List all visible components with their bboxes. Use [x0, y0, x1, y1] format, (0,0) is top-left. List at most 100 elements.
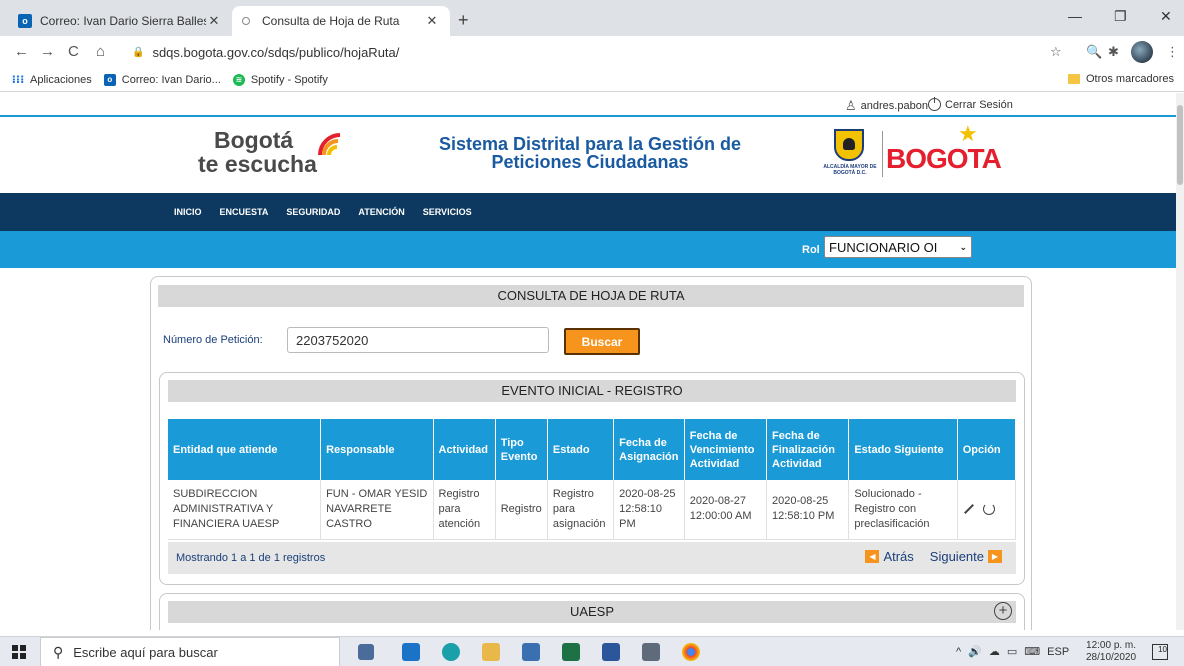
windows-start-icon[interactable] [12, 645, 26, 659]
task-view-icon[interactable] [358, 644, 374, 660]
bookmark-spotify[interactable]: ≋ Spotify - Spotify [232, 73, 328, 86]
clock[interactable]: 12:00 p. m. 28/10/2020 [1086, 640, 1136, 664]
address-bar: ← → C ⌂ 🔒 sdqs.bogota.gov.co/sdqs/public… [0, 36, 1184, 68]
minimize-icon[interactable]: — [1068, 8, 1082, 24]
col-tipo-evento[interactable]: Tipo Evento [495, 419, 548, 480]
star-icon[interactable]: ☆ [1050, 44, 1062, 60]
buscar-button[interactable]: Buscar [564, 328, 640, 355]
reload-icon[interactable]: C [68, 43, 79, 60]
system-title: Sistema Distrital para la Gestión de Pet… [420, 135, 760, 171]
user-bar: ♙ andres.pabon Cerrar Sesión [0, 93, 1176, 117]
calculator-icon[interactable] [642, 643, 660, 661]
logout-link[interactable]: Cerrar Sesión [928, 97, 1013, 111]
bookmark-correo[interactable]: o Correo: Ivan Dario... [103, 73, 221, 86]
arrow-left-icon[interactable]: ◀ [865, 550, 880, 563]
onedrive-icon[interactable]: ☁ [989, 645, 1000, 658]
chrome-icon[interactable] [682, 643, 700, 661]
role-value: FUNCIONARIO OI [829, 239, 938, 255]
back-icon[interactable]: ← [14, 43, 29, 60]
peticion-input[interactable] [287, 327, 549, 353]
col-fecha-finalizacion[interactable]: Fecha de Finalización Actividad [766, 419, 850, 480]
system-tray: ^ 🔊 ☁ ▭ ⌨ ESP [956, 645, 1069, 659]
col-fecha-vencimiento[interactable]: Fecha de Vencimiento Actividad [684, 419, 768, 480]
mail-icon[interactable] [402, 643, 420, 661]
outlook-icon: o [18, 14, 32, 28]
evento-title: EVENTO INICIAL - REGISTRO [168, 380, 1016, 402]
nav-inicio[interactable]: INICIO [174, 207, 202, 217]
pagination: ◀ Atrás Siguiente ▶ [861, 549, 1006, 564]
keyboard-icon[interactable]: ⌨ [1024, 645, 1040, 658]
restore-icon[interactable]: ❐ [1114, 8, 1127, 25]
col-estado[interactable]: Estado [547, 419, 615, 480]
expand-plus-icon[interactable]: + [994, 602, 1012, 620]
forward-icon[interactable]: → [40, 43, 55, 60]
close-window-icon[interactable]: ✕ [1160, 8, 1172, 25]
url-text: sdqs.bogota.gov.co/sdqs/publico/hojaRuta… [152, 44, 400, 60]
close-icon[interactable]: ✕ [206, 13, 222, 29]
alcaldia-logo: ALCALDÍA MAYOR DE BOGOTÁ D.C. BOGOTA ★ [818, 121, 1018, 185]
tab-correo[interactable]: o Correo: Ivan Dario Sierra Balleste ✕ [8, 6, 232, 36]
title-line-2: Peticiones Ciudadanas [491, 152, 689, 172]
cell-opcion [957, 480, 1017, 540]
scroll-thumb[interactable] [1177, 105, 1183, 185]
col-entidad[interactable]: Entidad que atiende [168, 419, 322, 480]
col-responsable[interactable]: Responsable [320, 419, 434, 480]
excel-icon[interactable] [562, 643, 580, 661]
explorer-icon[interactable] [482, 643, 500, 661]
nav-seguridad[interactable]: SEGURIDAD [286, 207, 340, 217]
url-field[interactable]: 🔒 sdqs.bogota.gov.co/sdqs/publico/hojaRu… [128, 40, 1048, 64]
logo-line-2: te escucha [198, 151, 317, 177]
menu-icon[interactable]: ⋮ [1166, 44, 1179, 60]
nav-atencion[interactable]: ATENCIÓN [358, 207, 404, 217]
bookmark-apps[interactable]: ⁝⁝⁝ Aplicaciones [12, 74, 92, 87]
home-icon[interactable]: ⌂ [96, 43, 105, 60]
user-icon: ♙ [845, 98, 857, 113]
taskbar-search[interactable]: ⚲ Escribe aquí para buscar [40, 637, 340, 666]
clock-time: 12:00 p. m. [1086, 640, 1137, 651]
extensions-icon[interactable]: ✱ [1108, 44, 1119, 60]
word-icon[interactable] [602, 643, 620, 661]
username: andres.pabon [860, 100, 928, 112]
pencil-icon[interactable] [963, 504, 974, 515]
col-fecha-asignacion[interactable]: Fecha de Asignación [613, 419, 685, 480]
close-icon[interactable]: ✕ [424, 13, 440, 29]
alcaldia-label: ALCALDÍA MAYOR DE BOGOTÁ D.C. [823, 164, 877, 176]
notifications-icon[interactable]: 10 [1152, 644, 1168, 660]
table-row: SUBDIRECCION ADMINISTRATIVA Y FINANCIERA… [168, 480, 1017, 540]
other-bookmarks[interactable]: Otros marcadores [1067, 73, 1174, 85]
nav-servicios[interactable]: SERVICIOS [423, 207, 472, 217]
volume-icon[interactable]: 🔊 [968, 645, 982, 658]
coat-of-arms-icon [834, 129, 864, 161]
language-indicator[interactable]: ESP [1047, 646, 1069, 658]
page-scrollbar[interactable] [1176, 93, 1184, 630]
cell-actividad: Registro para atención [433, 480, 496, 540]
col-actividad[interactable]: Actividad [433, 419, 496, 480]
prev-button[interactable]: Atrás [883, 549, 913, 564]
role-select[interactable]: FUNCIONARIO OI ⌄ [824, 236, 972, 258]
network-icon[interactable]: ▭ [1007, 645, 1017, 658]
cell-fecha-asignacion: 2020-08-25 12:58:10 PM [613, 480, 685, 540]
refresh-icon[interactable] [982, 503, 995, 516]
tab-title: Correo: Ivan Dario Sierra Balleste [40, 14, 206, 28]
evento-inicial-panel: EVENTO INICIAL - REGISTRO Entidad que at… [159, 372, 1025, 585]
cell-responsable: FUN - OMAR YESID NAVARRETE CASTRO [320, 480, 434, 540]
arrow-right-icon[interactable]: ▶ [988, 550, 1002, 563]
tab-hoja-de-ruta[interactable]: Consulta de Hoja de Ruta ✕ [232, 6, 450, 36]
col-estado-siguiente[interactable]: Estado Siguiente [848, 419, 958, 480]
edge-icon[interactable] [442, 643, 460, 661]
zoom-icon[interactable]: 🔍 [1086, 44, 1102, 60]
profile-avatar[interactable] [1131, 41, 1153, 63]
nav-encuesta[interactable]: ENCUESTA [220, 207, 269, 217]
stars-icon: ★ [958, 121, 978, 146]
user-info[interactable]: ♙ andres.pabon [845, 98, 928, 114]
logo-divider [882, 131, 883, 177]
cell-tipo-evento: Registro [495, 480, 548, 540]
store-icon[interactable] [522, 643, 540, 661]
chevron-up-icon[interactable]: ^ [956, 646, 961, 658]
outlook-icon: o [103, 73, 116, 86]
next-button[interactable]: Siguiente [930, 549, 984, 564]
main-nav: INICIO ENCUESTA SEGURIDAD ATENCIÓN SERVI… [0, 193, 1176, 231]
new-tab-button[interactable]: + [458, 10, 469, 31]
search-placeholder: Escribe aquí para buscar [73, 644, 218, 660]
bogota-te-escucha-logo[interactable]: Bogotá te escucha [198, 127, 348, 185]
